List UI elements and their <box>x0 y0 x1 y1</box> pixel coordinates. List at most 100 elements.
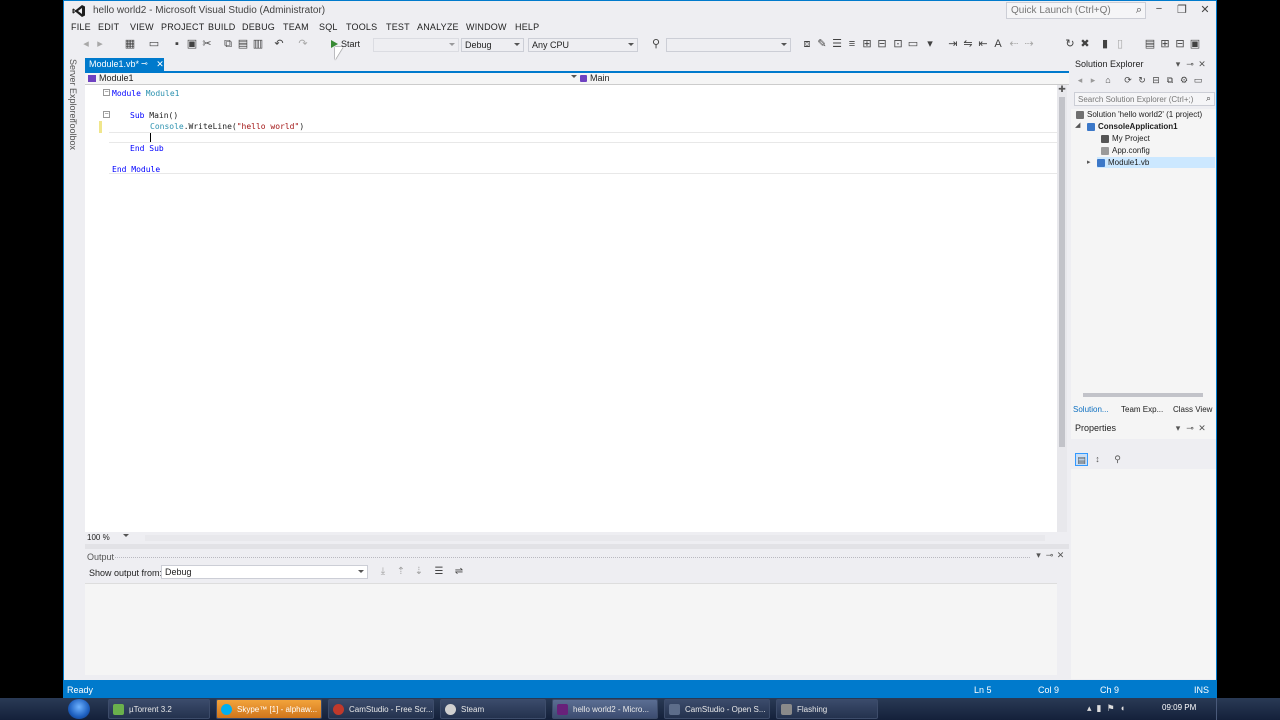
taskbar-item-steam[interactable]: Steam <box>440 699 546 719</box>
system-tray[interactable]: ▴ ▮ ⚑ ◖ <box>1087 703 1125 714</box>
editor-horizontal-scrollbar[interactable] <box>145 535 1045 541</box>
split-window-icon[interactable]: ✚ <box>1057 85 1067 94</box>
menu-project[interactable]: PROJECT <box>161 22 204 32</box>
zoom-level[interactable]: 100 % <box>87 533 110 542</box>
windows-start-icon[interactable] <box>68 699 90 719</box>
word-wrap-icon[interactable]: ⇌ <box>453 566 465 577</box>
tree-item-project[interactable]: ConsoleApplication1 <box>1087 121 1178 132</box>
find-message-icon[interactable]: ⤓ <box>377 566 389 577</box>
output-source-select[interactable]: Debug <box>161 565 368 579</box>
solution-platform-combo[interactable]: Any CPU <box>528 38 638 52</box>
cut-icon[interactable]: ✂ <box>201 38 213 50</box>
tree-item-solution[interactable]: Solution 'hello world2' (1 project) <box>1076 109 1202 120</box>
quick-launch-input[interactable]: Quick Launch (Ctrl+Q) ⌕ <box>1006 2 1146 19</box>
back-icon[interactable]: ◂ <box>80 38 92 50</box>
collapse-icon[interactable]: − <box>103 89 110 96</box>
close-icon[interactable]: ✕ <box>1055 550 1066 561</box>
tree-item-my-project[interactable]: My Project <box>1101 133 1150 144</box>
pin-icon[interactable]: ⊸ <box>141 59 148 68</box>
menu-help[interactable]: HELP <box>515 22 539 32</box>
show-desktop-button[interactable] <box>1216 698 1222 720</box>
step-out-icon[interactable]: ⇤ <box>977 38 989 50</box>
taskbar-item-visual-studio[interactable]: hello world2 - Micro... <box>552 699 658 719</box>
chevron-down-icon[interactable] <box>571 75 577 78</box>
stop-icon[interactable]: ✖ <box>1079 38 1091 50</box>
editor-vertical-scrollbar[interactable] <box>1057 85 1067 532</box>
minimize-icon[interactable]: − <box>1149 3 1169 15</box>
undo-icon[interactable]: ↶ <box>273 38 285 50</box>
prev-bookmark-icon[interactable]: ⇠ <box>1008 38 1020 50</box>
restore-icon[interactable]: ❐ <box>1172 3 1192 16</box>
step-into-icon[interactable]: ⇥ <box>947 38 959 50</box>
close-icon[interactable]: ✕ <box>155 58 165 71</box>
attach-icon[interactable]: ⚲ <box>650 38 662 50</box>
expand-arrow-icon[interactable]: ◢ <box>1075 121 1080 129</box>
taskbar-item-utorrent[interactable]: µTorrent 3.2 <box>108 699 210 719</box>
tree-item-module1[interactable]: Module1.vb <box>1097 157 1215 168</box>
step-over-icon[interactable]: ⇋ <box>962 38 974 50</box>
toggle-icon[interactable]: ▯ <box>1114 38 1126 50</box>
more-options-icon[interactable]: ▾ <box>924 38 936 50</box>
menu-sql[interactable]: SQL <box>319 22 338 32</box>
tab-team-explorer[interactable]: Team Exp... <box>1121 405 1163 414</box>
show-all-files-icon[interactable]: ⧉ <box>1165 75 1175 86</box>
scrollbar-thumb[interactable] <box>1083 393 1203 397</box>
find-in-files-icon[interactable]: ⧈ <box>801 38 813 50</box>
split-icon[interactable]: ⊟ <box>1174 38 1186 50</box>
clear-all-icon[interactable]: ☰ <box>433 566 445 577</box>
format-icon[interactable]: ✎ <box>816 38 828 50</box>
output-text-area[interactable] <box>85 583 1057 675</box>
pin-icon[interactable]: ⊸ <box>1044 550 1055 561</box>
clipboard-icon[interactable]: ▥ <box>252 38 264 50</box>
menu-test[interactable]: TEST <box>386 22 410 32</box>
next-message-icon[interactable]: ⇣ <box>413 566 425 577</box>
tray-expand-icon[interactable]: ▴ <box>1087 703 1092 713</box>
uncomment-icon[interactable]: ⊟ <box>876 38 888 50</box>
dropdown-icon[interactable]: ▾ <box>1033 550 1044 561</box>
taskbar-clock[interactable]: 09:09 PM <box>1162 703 1196 712</box>
scrollbar-thumb[interactable] <box>1059 97 1065 447</box>
new-project-icon[interactable]: ▦ <box>124 38 136 50</box>
tab-class-view[interactable]: Class View <box>1173 405 1212 414</box>
speaker-icon[interactable]: ◖ <box>1120 703 1125 713</box>
close-icon[interactable]: ✕ <box>1197 423 1207 434</box>
text-icon[interactable]: A <box>992 38 1004 50</box>
window-layout-icon[interactable]: ▭ <box>907 38 919 50</box>
collapse-icon[interactable]: − <box>103 111 110 118</box>
preview-icon[interactable]: ▭ <box>1193 75 1203 86</box>
refresh-icon[interactable]: ↻ <box>1137 75 1147 86</box>
collapse-all-icon[interactable]: ⊟ <box>1151 75 1161 86</box>
redo-icon[interactable]: ↷ <box>297 38 309 50</box>
breakpoint-icon[interactable]: ▮ <box>1099 38 1111 50</box>
menu-debug[interactable]: DEBUG <box>242 22 275 32</box>
taskbar-item-skype[interactable]: Skype™ [1] - alphaw... <box>216 699 322 719</box>
tab-solution-explorer[interactable]: Solution... <box>1073 405 1109 414</box>
outdent-icon[interactable]: ≡ <box>846 38 858 50</box>
document-tab-module1[interactable]: Module1.vb* <box>85 58 164 71</box>
taskbar-item-flashing[interactable]: Flashing <box>776 699 878 719</box>
next-bookmark-icon[interactable]: ⇢ <box>1023 38 1035 50</box>
menu-view[interactable]: VIEW <box>130 22 154 32</box>
paste-icon[interactable]: ▤ <box>237 38 249 50</box>
categorized-icon[interactable]: ▤ <box>1075 453 1088 466</box>
solution-explorer-hscrollbar[interactable] <box>1071 391 1216 399</box>
code-editor[interactable]: − − Module Module1 Sub Main() Console.Wr… <box>85 85 1057 532</box>
prev-message-icon[interactable]: ⇡ <box>395 566 407 577</box>
menu-window[interactable]: WINDOW <box>466 22 507 32</box>
chevron-down-icon[interactable] <box>123 534 129 537</box>
menu-analyze[interactable]: ANALYZE <box>417 22 459 32</box>
copy-icon[interactable]: ⧉ <box>222 38 234 50</box>
toolbox-tab[interactable]: Toolbox <box>68 119 78 150</box>
debug-target-combo[interactable] <box>373 38 459 52</box>
open-file-icon[interactable]: ▭ <box>148 38 160 50</box>
dropdown-icon[interactable]: ▾ <box>1173 423 1183 434</box>
comment-icon[interactable]: ⊞ <box>861 38 873 50</box>
pin-icon[interactable]: ⊸ <box>1185 423 1195 434</box>
indent-icon[interactable]: ☰ <box>831 38 843 50</box>
refresh-icon[interactable]: ↻ <box>1064 38 1076 50</box>
property-pages-icon[interactable]: ⚲ <box>1111 453 1124 466</box>
dropdown-icon[interactable]: ▾ <box>1173 59 1183 70</box>
close-icon[interactable]: ✕ <box>1195 3 1215 16</box>
expand-arrow-icon[interactable]: ▸ <box>1087 158 1091 166</box>
panel-icon[interactable]: ▣ <box>1189 38 1201 50</box>
